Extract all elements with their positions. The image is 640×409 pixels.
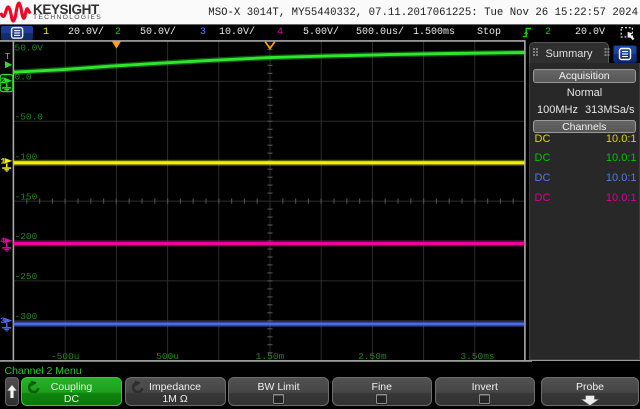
svg-text:-300: -300 (15, 311, 38, 322)
svg-text:-150: -150 (15, 191, 38, 202)
svg-text:50.0V: 50.0V (15, 42, 44, 53)
svg-text:-250: -250 (15, 271, 38, 282)
svg-text:T: T (5, 51, 11, 62)
svg-text:-50.0: -50.0 (15, 112, 44, 123)
svg-text:4: 4 (0, 238, 5, 246)
